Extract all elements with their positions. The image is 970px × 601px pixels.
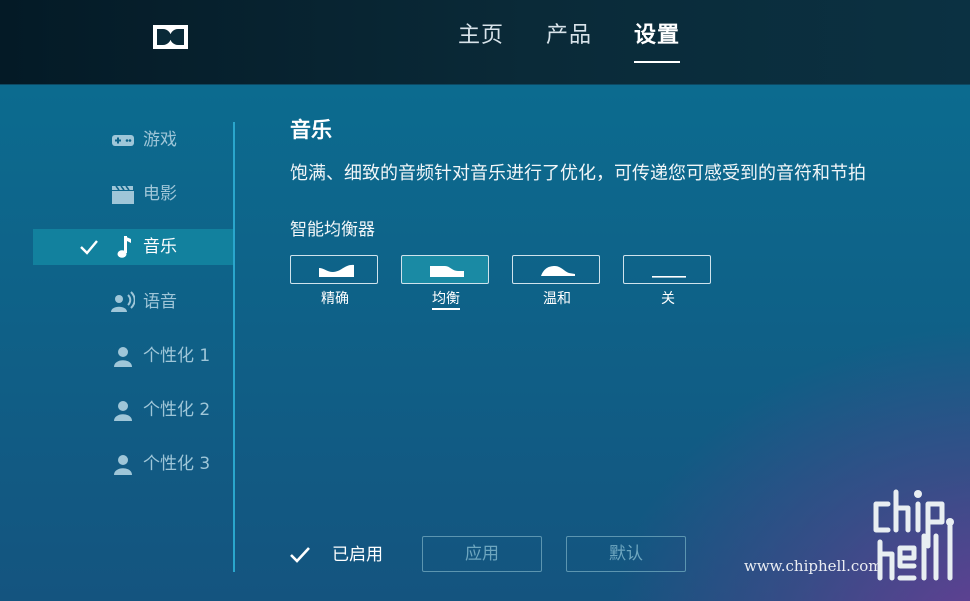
nav-settings[interactable]: 设置 xyxy=(634,20,681,63)
eq-curve-balanced-icon xyxy=(430,266,464,277)
watermark-url: www.chiphell.com xyxy=(744,557,883,575)
sidebar-item-voice[interactable]: 语音 xyxy=(33,284,233,320)
dolby-logo xyxy=(153,25,188,49)
sidebar-item-custom-2[interactable]: 个性化 2 xyxy=(33,392,233,428)
eq-label-warm: 温和 xyxy=(543,291,571,307)
sidebar-item-label: 电影 xyxy=(143,184,177,204)
sidebar-item-label: 游戏 xyxy=(143,130,177,150)
user-icon xyxy=(114,347,132,367)
eq-option-off[interactable] xyxy=(623,255,711,284)
top-nav: 主页 产品 设置 xyxy=(458,20,722,63)
apply-button[interactable]: 应用 xyxy=(422,536,542,572)
eq-option-balanced[interactable] xyxy=(401,255,489,284)
check-icon xyxy=(80,240,98,255)
eq-label-precise: 精确 xyxy=(321,291,349,307)
eq-option-warm[interactable] xyxy=(512,255,600,284)
user-icon xyxy=(114,455,132,475)
sidebar-item-movies[interactable]: 电影 xyxy=(33,176,233,212)
default-button[interactable]: 默认 xyxy=(566,536,686,572)
sidebar-item-label: 个性化 3 xyxy=(143,454,211,474)
sidebar-item-custom-3[interactable]: 个性化 3 xyxy=(33,446,233,482)
eq-option-precise[interactable] xyxy=(290,255,378,284)
voice-icon xyxy=(111,291,135,312)
eq-label-balanced: 均衡 xyxy=(401,290,491,310)
sidebar-item-custom-1[interactable]: 个性化 1 xyxy=(33,338,233,374)
nav-home[interactable]: 主页 xyxy=(458,20,504,60)
header-bar: 主页 产品 设置 xyxy=(0,0,970,85)
section-title: 音乐 xyxy=(290,118,332,142)
sidebar-item-label: 语音 xyxy=(143,292,177,312)
sidebar-item-label: 个性化 2 xyxy=(143,400,211,420)
equalizer-title: 智能均衡器 xyxy=(290,220,375,240)
eq-curve-off-icon xyxy=(652,276,686,278)
eq-curve-warm-icon xyxy=(541,266,575,276)
music-note-icon xyxy=(117,236,131,258)
enabled-check-icon[interactable] xyxy=(289,545,311,565)
user-icon xyxy=(114,401,132,421)
section-description: 饱满、细致的音频针对音乐进行了优化，可传递您可感受到的音符和节拍 xyxy=(290,163,866,184)
eq-label-off: 关 xyxy=(661,291,675,307)
sidebar-item-label: 个性化 1 xyxy=(143,346,211,366)
nav-products[interactable]: 产品 xyxy=(546,20,592,60)
chiphell-logo xyxy=(873,489,954,581)
eq-curve-precise-icon xyxy=(319,264,354,277)
enabled-label[interactable]: 已启用 xyxy=(332,543,383,567)
gamepad-icon xyxy=(112,135,134,146)
sidebar-item-label: 音乐 xyxy=(143,237,177,257)
clapperboard-icon xyxy=(112,185,134,204)
sidebar-divider xyxy=(233,122,235,572)
sidebar-item-games[interactable]: 游戏 xyxy=(33,122,233,158)
sidebar-item-music[interactable]: 音乐 xyxy=(33,229,233,265)
